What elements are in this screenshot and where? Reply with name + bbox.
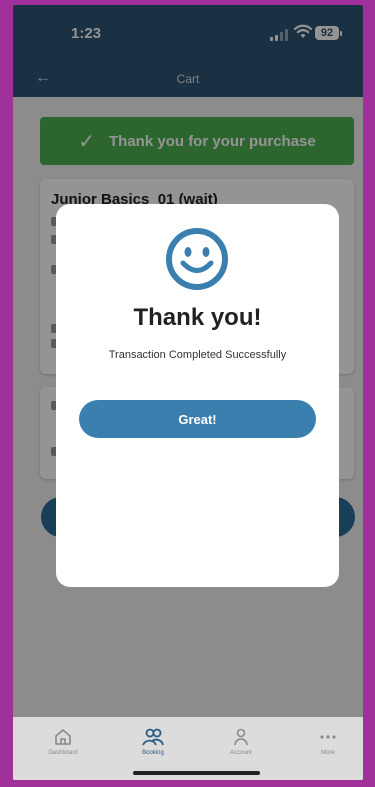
nav-label: Dashboard	[48, 750, 78, 756]
phone-screen: 1:23 92 ← Cart ✓ Thank you for your purc…	[13, 5, 363, 780]
more-icon	[320, 735, 336, 739]
nav-label: Account	[230, 750, 252, 756]
nav-item-account[interactable]: Account	[211, 727, 271, 756]
home-icon	[55, 729, 71, 745]
person-icon	[234, 728, 248, 746]
nav-label: Booking	[142, 750, 164, 756]
modal-subtitle: Transaction Completed Successfully	[108, 349, 287, 361]
nav-label: More	[321, 750, 335, 756]
success-modal: Thank you! Transaction Completed Success…	[56, 204, 339, 587]
great-button[interactable]: Great!	[79, 400, 316, 438]
nav-item-more[interactable]: More	[298, 727, 358, 756]
bottom-nav: Dashboard Booking Account More	[13, 717, 363, 780]
people-icon	[142, 728, 164, 746]
modal-title: Thank you!	[133, 304, 262, 331]
home-indicator	[133, 771, 260, 775]
nav-item-dashboard[interactable]: Dashboard	[33, 727, 93, 756]
nav-item-booking[interactable]: Booking	[123, 727, 183, 756]
smiley-icon	[166, 228, 228, 290]
